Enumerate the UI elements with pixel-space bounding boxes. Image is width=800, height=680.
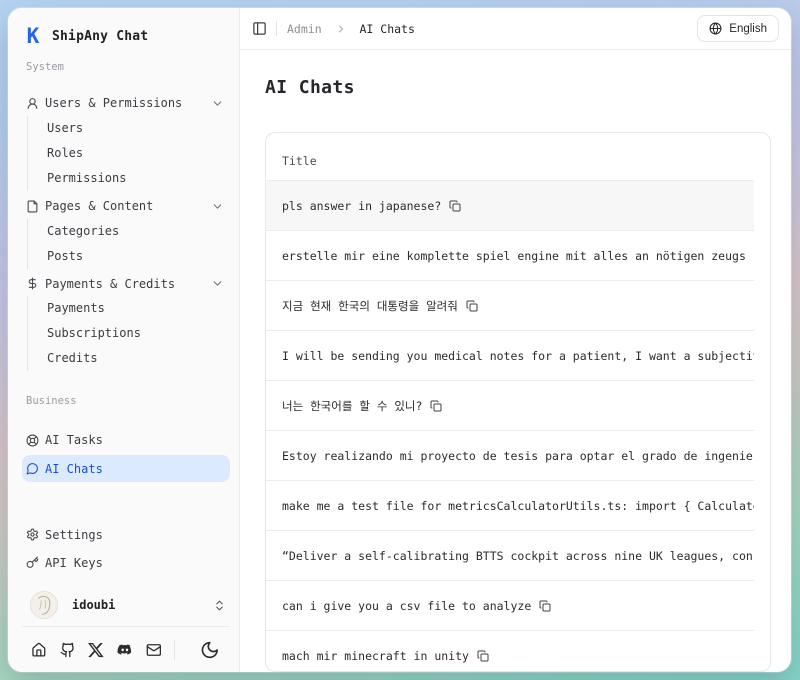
sidebar: K ShipAny Chat System Users & Permission… [8,8,240,672]
table-row[interactable]: 너는 한국어를 할 수 있니? [266,381,754,431]
row-title: pls answer in japanese? [282,199,441,213]
key-icon [26,556,39,569]
x-twitter-icon[interactable] [88,642,104,658]
copy-icon[interactable] [449,200,461,212]
sidebar-item-ai-tasks[interactable]: AI Tasks [22,427,230,454]
row-title: mach mir minecraft in unity [282,649,469,663]
sidebar-toggle-icon[interactable] [252,21,267,36]
sidebar-item-credits[interactable]: Credits [28,346,230,371]
header-divider [276,21,277,36]
app-title: ShipAny Chat [52,29,148,44]
language-button[interactable]: English [697,15,779,42]
table-row[interactable]: I will be sending you medical notes for … [266,331,754,381]
dollar-icon [26,277,39,290]
copy-icon[interactable] [466,300,478,312]
sidebar-item-payments[interactable]: Payments [28,296,230,321]
group-children: Payments Subscriptions Credits [27,296,230,371]
table-row[interactable]: mach mir minecraft in unity [266,631,754,672]
item-label: AI Tasks [45,433,103,447]
discord-icon[interactable] [117,642,133,658]
mail-icon[interactable] [146,642,162,658]
table-row[interactable]: pls answer in japanese? [266,181,754,231]
item-label: API Keys [45,556,103,570]
file-icon [26,200,39,213]
footer-divider [174,640,175,660]
copy-icon[interactable] [430,400,442,412]
chevron-down-icon [211,200,224,213]
sidebar-item-permissions[interactable]: Permissions [28,166,230,191]
message-circle-icon [26,462,39,475]
row-title: erstelle mir eine komplette spiel engine… [282,249,746,263]
copy-icon[interactable] [477,650,489,662]
group-label: Users & Permissions [45,96,182,110]
chevron-down-icon [211,97,224,110]
home-icon[interactable] [31,642,47,658]
app-logo[interactable]: K ShipAny Chat [22,20,230,53]
sidebar-group-users-permissions[interactable]: Users & Permissions [22,91,230,116]
breadcrumb-admin[interactable]: Admin [287,22,322,36]
row-title: make me a test file for metricsCalculato… [282,499,754,513]
row-title: 지금 현재 한국의 대통령을 알려줘 [282,298,458,314]
row-title: I will be sending you medical notes for … [282,349,754,363]
group-label: Payments & Credits [45,277,175,291]
row-title: Estoy realizando mi proyecto de tesis pa… [282,449,754,463]
row-title: can i give you a csv file to analyze [282,599,531,613]
sidebar-item-subscriptions[interactable]: Subscriptions [28,321,230,346]
ai-tasks-icon [26,434,39,447]
copy-icon[interactable] [539,600,551,612]
sidebar-item-ai-chats[interactable]: AI Chats [22,455,230,482]
row-title: “Deliver a self-calibrating BTTS cockpit… [282,549,754,563]
moon-icon[interactable] [200,640,220,660]
section-label-business: Business [22,395,230,410]
chats-table-card: Title pls answer in japanese? erstelle m… [265,132,771,672]
app-window: K ShipAny Chat System Users & Permission… [8,8,791,672]
chevron-down-icon [211,277,224,290]
table-row[interactable]: 지금 현재 한국의 대통령을 알려줘 [266,281,754,331]
sidebar-item-categories[interactable]: Categories [28,219,230,244]
chevrons-up-down-icon [213,599,226,612]
breadcrumb: Admin AI Chats [287,21,415,36]
github-icon[interactable] [60,642,76,658]
sidebar-item-settings[interactable]: Settings [22,522,230,547]
user-menu[interactable]: idoubi [22,584,230,626]
language-label: English [729,23,767,35]
user-name: idoubi [72,598,115,612]
main-area: Admin AI Chats English AI Chats Title pl… [240,8,791,672]
avatar [30,591,58,619]
item-label: Settings [45,528,103,542]
table-row[interactable]: erstelle mir eine komplette spiel engine… [266,231,754,281]
section-label-system: System [22,61,230,76]
sidebar-group-pages-content[interactable]: Pages & Content [22,194,230,219]
sidebar-footer [22,626,230,672]
sidebar-group-payments-credits[interactable]: Payments & Credits [22,272,230,297]
chevron-right-icon [335,23,347,35]
table-row[interactable]: “Deliver a self-calibrating BTTS cockpit… [266,531,754,581]
group-children: Users Roles Permissions [27,116,230,191]
user-icon [26,97,39,110]
sidebar-item-posts[interactable]: Posts [28,244,230,269]
logo-k-icon: K [22,25,44,47]
gear-icon [26,528,39,541]
group-label: Pages & Content [45,199,153,213]
group-children: Categories Posts [27,219,230,269]
breadcrumb-current: AI Chats [360,22,415,36]
item-label: AI Chats [45,462,103,476]
globe-icon [709,22,722,35]
table-row[interactable]: Estoy realizando mi proyecto de tesis pa… [266,431,754,481]
top-header: Admin AI Chats English [240,8,791,50]
row-title: 너는 한국어를 할 수 있니? [282,398,422,414]
page-title: AI Chats [265,77,791,98]
table-header-title: Title [266,133,754,181]
sidebar-item-api-keys[interactable]: API Keys [22,550,230,575]
sidebar-item-roles[interactable]: Roles [28,141,230,166]
sidebar-item-users[interactable]: Users [28,116,230,141]
table-row[interactable]: make me a test file for metricsCalculato… [266,481,754,531]
table-row[interactable]: can i give you a csv file to analyze [266,581,754,631]
